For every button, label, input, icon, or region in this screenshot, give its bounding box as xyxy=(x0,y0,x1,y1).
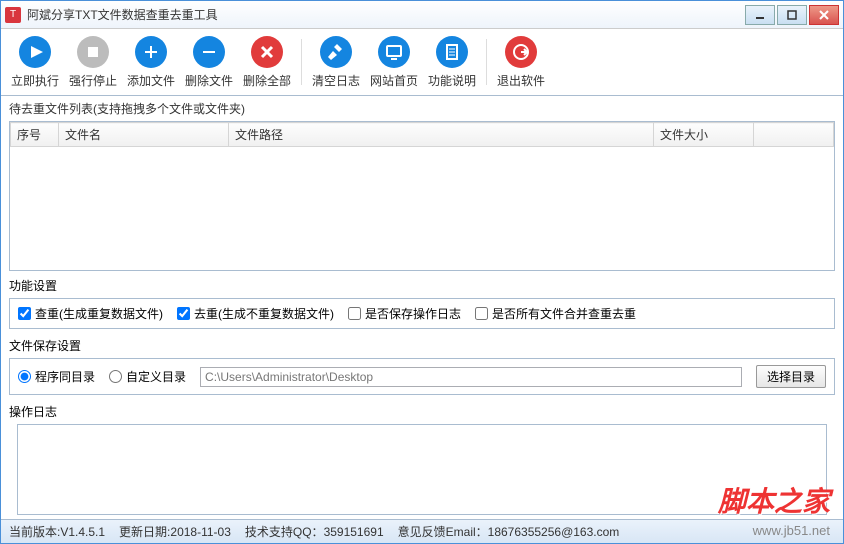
close-button[interactable] xyxy=(809,5,839,25)
func-settings-row: 查重(生成重复数据文件) 去重(生成不重复数据文件) 是否保存操作日志 是否所有文件合… xyxy=(9,298,835,329)
toolbar-doc-button[interactable]: 功能说明 xyxy=(424,33,480,91)
radio-option[interactable]: 程序同目录 xyxy=(18,368,95,385)
toolbar: 立即执行强行停止添加文件删除文件删除全部 清空日志网站首页功能说明 退出软件 xyxy=(1,29,843,96)
checkbox-input[interactable] xyxy=(348,307,361,320)
toolbar-label: 添加文件 xyxy=(127,72,175,89)
minus-icon xyxy=(193,36,225,68)
checkbox-option[interactable]: 是否保存操作日志 xyxy=(348,305,461,322)
checkbox-label: 去重(生成不重复数据文件) xyxy=(194,305,334,322)
checkbox-label: 查重(生成重复数据文件) xyxy=(35,305,163,322)
stop-icon xyxy=(77,36,109,68)
toolbar-broom-button[interactable]: 清空日志 xyxy=(308,33,364,91)
toolbar-cross-button[interactable]: 删除全部 xyxy=(239,33,295,91)
minimize-button[interactable] xyxy=(745,5,775,25)
statusbar: 当前版本:V1.4.5.1 更新日期:2018-11-03 技术支持QQ：359… xyxy=(1,519,843,543)
checkbox-label: 是否保存操作日志 xyxy=(365,305,461,322)
column-header[interactable]: 文件大小 xyxy=(654,123,754,147)
app-icon: T xyxy=(5,7,21,23)
path-input[interactable] xyxy=(200,367,742,387)
toolbar-label: 删除全部 xyxy=(243,72,291,89)
save-settings-row: 程序同目录 自定义目录 选择目录 xyxy=(9,358,835,395)
plus-icon xyxy=(135,36,167,68)
checkbox-input[interactable] xyxy=(18,307,31,320)
cross-icon xyxy=(251,36,283,68)
toolbar-label: 强行停止 xyxy=(69,72,117,89)
checkbox-input[interactable] xyxy=(177,307,190,320)
radio-input[interactable] xyxy=(18,370,31,383)
toolbar-label: 退出软件 xyxy=(497,72,545,89)
toolbar-minus-button[interactable]: 删除文件 xyxy=(181,33,237,91)
toolbar-label: 网站首页 xyxy=(370,72,418,89)
save-settings-title: 文件保存设置 xyxy=(9,337,835,354)
doc-icon xyxy=(436,36,468,68)
radio-label: 程序同目录 xyxy=(35,368,95,385)
func-settings-title: 功能设置 xyxy=(9,277,835,294)
exit-icon xyxy=(505,36,537,68)
toolbar-exit-button[interactable]: 退出软件 xyxy=(493,33,549,91)
radio-label: 自定义目录 xyxy=(126,368,186,385)
toolbar-label: 清空日志 xyxy=(312,72,360,89)
toolbar-plus-button[interactable]: 添加文件 xyxy=(123,33,179,91)
toolbar-label: 功能说明 xyxy=(428,72,476,89)
log-title: 操作日志 xyxy=(9,403,835,420)
toolbar-play-button[interactable]: 立即执行 xyxy=(7,33,63,91)
column-header[interactable]: 文件路径 xyxy=(229,123,654,147)
toolbar-label: 删除文件 xyxy=(185,72,233,89)
checkbox-option[interactable]: 查重(生成重复数据文件) xyxy=(18,305,163,322)
maximize-button[interactable] xyxy=(777,5,807,25)
log-area[interactable] xyxy=(17,424,827,515)
file-table[interactable]: 序号文件名文件路径文件大小 xyxy=(9,121,835,271)
window-title: 阿斌分享TXT文件数据查重去重工具 xyxy=(27,6,743,23)
toolbar-label: 立即执行 xyxy=(11,72,59,89)
checkbox-option[interactable]: 去重(生成不重复数据文件) xyxy=(177,305,334,322)
checkbox-label: 是否所有文件合并查重去重 xyxy=(492,305,636,322)
column-header[interactable] xyxy=(754,123,834,147)
monitor-icon xyxy=(378,36,410,68)
play-icon xyxy=(19,36,51,68)
checkbox-input[interactable] xyxy=(475,307,488,320)
checkbox-option[interactable]: 是否所有文件合并查重去重 xyxy=(475,305,636,322)
toolbar-monitor-button[interactable]: 网站首页 xyxy=(366,33,422,91)
column-header[interactable]: 文件名 xyxy=(59,123,229,147)
browse-button[interactable]: 选择目录 xyxy=(756,365,826,388)
file-list-header: 待去重文件列表(支持拖拽多个文件或文件夹) xyxy=(1,96,843,121)
column-header[interactable]: 序号 xyxy=(11,123,59,147)
titlebar: T 阿斌分享TXT文件数据查重去重工具 xyxy=(1,1,843,29)
broom-icon xyxy=(320,36,352,68)
radio-input[interactable] xyxy=(109,370,122,383)
radio-option[interactable]: 自定义目录 xyxy=(109,368,186,385)
toolbar-stop-button[interactable]: 强行停止 xyxy=(65,33,121,91)
